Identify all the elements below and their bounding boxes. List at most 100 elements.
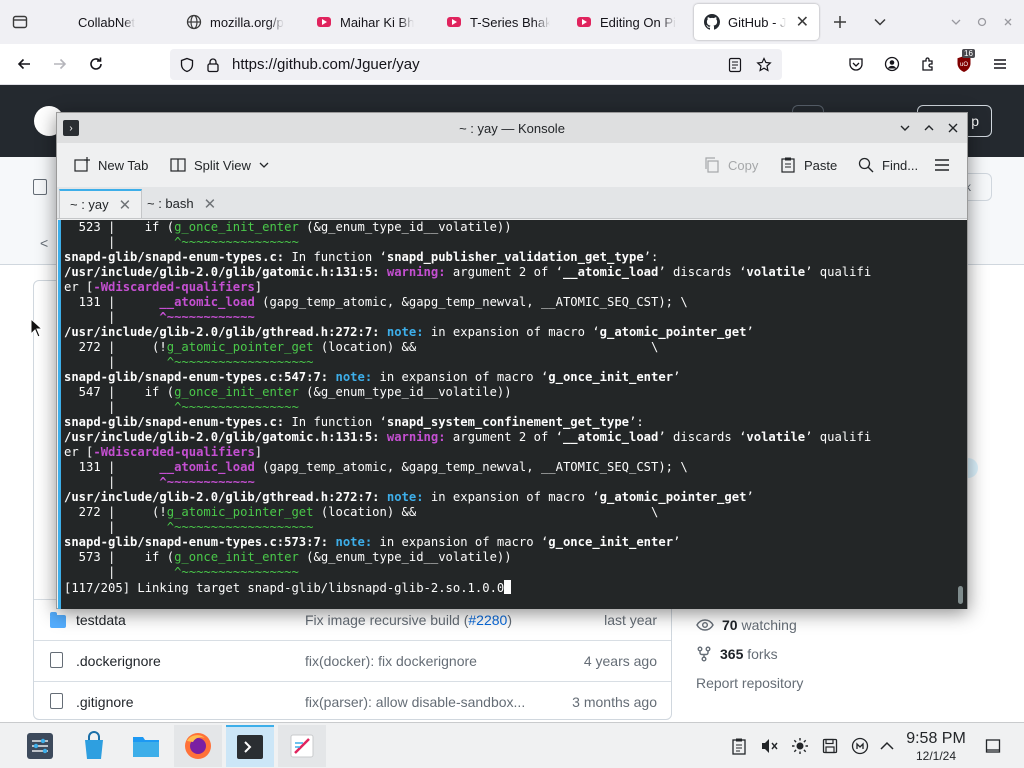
close-tab-icon[interactable]: ✕	[796, 12, 809, 32]
settings-icon[interactable]	[16, 725, 64, 767]
browser-tab[interactable]: Editing On Pi	[566, 4, 690, 40]
terminal-line: | ^~~~~~~~~~~~~~~~~~~~	[64, 520, 314, 534]
tab-yay[interactable]: ~ : yay ✕	[59, 189, 143, 218]
konsole-icon[interactable]	[226, 725, 274, 767]
terminal-output[interactable]: 523 | if (g_once_init_enter (&g_enum_typ…	[58, 220, 955, 609]
terminal-line: /usr/include/glib-2.0/glib/gthread.h:272…	[64, 325, 754, 339]
window-minimize-icon[interactable]	[895, 118, 915, 138]
storage-save-icon[interactable]	[820, 736, 840, 756]
bookmark-star-icon[interactable]	[755, 56, 773, 74]
new-tab-icon[interactable]	[828, 10, 852, 34]
commit-message[interactable]: fix(docker): fix dockerignore	[305, 653, 477, 669]
window-title: ~ : yay — Konsole	[459, 120, 565, 136]
firefox-icon[interactable]	[174, 725, 222, 767]
browser-tab-bar: CollabNet mozilla.org/p Maihar Ki Bh T-S…	[0, 0, 1024, 44]
brightness-icon[interactable]	[790, 736, 810, 756]
watching-stat[interactable]: 70 watching	[696, 617, 797, 633]
url-text[interactable]: https://github.com/Jguer/yay	[232, 56, 420, 73]
forward-arrow-icon[interactable]	[48, 52, 72, 76]
table-row[interactable]: .dockerignore fix(docker): fix dockerign…	[34, 640, 671, 681]
github-icon	[704, 14, 720, 30]
file-name[interactable]: .dockerignore	[76, 653, 161, 669]
browser-tab[interactable]: T-Series Bhak	[436, 4, 560, 40]
tab-title: Editing On Pi	[600, 14, 676, 30]
terminal-line: | ^~~~~~~~~~~~~~~~~	[64, 400, 299, 414]
find-button[interactable]: Find...	[857, 153, 918, 177]
tray-expand-chevron-icon[interactable]	[877, 736, 897, 756]
split-view-icon	[169, 156, 187, 174]
terminal-line: [117/205] Linking target snapd-glib/libs…	[64, 580, 512, 595]
terminal-line: 272 | (!g_atomic_pointer_get (location) …	[64, 340, 659, 354]
code-icon[interactable]: <	[40, 235, 48, 251]
extension-badge-count: 16	[962, 49, 975, 58]
forks-stat[interactable]: 365 forks	[696, 646, 778, 662]
pocket-icon[interactable]	[844, 52, 868, 76]
terminal-cursor	[504, 580, 512, 594]
url-bar[interactable]: https://github.com/Jguer/yay	[170, 49, 782, 80]
clipboard-icon[interactable]	[729, 736, 749, 756]
table-row[interactable]: .gitignore fix(parser): allow disable-sa…	[34, 681, 671, 719]
konsole-titlebar[interactable]: › ~ : yay — Konsole	[57, 113, 967, 143]
show-desktop-icon[interactable]	[983, 736, 1003, 756]
terminal-line: /usr/include/glib-2.0/glib/gatomic.h:131…	[64, 430, 872, 444]
clock-time[interactable]: 9:58 PM	[896, 730, 976, 748]
file-name[interactable]: testdata	[76, 612, 126, 628]
terminal-line: snapd-glib/snapd-enum-types.c:547:7: not…	[64, 370, 681, 384]
terminal-line: snapd-glib/snapd-enum-types.c: In functi…	[64, 415, 644, 429]
window-maximize-icon[interactable]	[919, 118, 939, 138]
mouse-pointer-icon	[30, 318, 42, 338]
terminal-line: er [-Wdiscarded-qualifiers]	[64, 445, 263, 459]
konsole-app-icon[interactable]: ›	[63, 120, 79, 136]
network-icon[interactable]	[850, 736, 870, 756]
folder-icon	[50, 612, 68, 630]
report-repository-link[interactable]: Report repository	[696, 675, 803, 691]
clock-date[interactable]: 12/1/24	[896, 749, 976, 763]
file-name[interactable]: .gitignore	[76, 694, 134, 710]
browser-tab-active[interactable]: GitHub - Jg ✕	[694, 4, 819, 40]
list-tabs-chevron-icon[interactable]	[868, 10, 892, 34]
paste-button[interactable]: Paste	[779, 153, 837, 177]
extensions-puzzle-icon[interactable]	[916, 52, 940, 76]
chevron-down-icon	[258, 159, 270, 171]
terminal-line: | ^~~~~~~~~~~~~~~~~	[64, 235, 299, 249]
youtube-icon	[576, 14, 592, 30]
lock-icon[interactable]	[204, 56, 222, 74]
split-view-button[interactable]: Split View	[169, 153, 270, 177]
terminal-scrollbar[interactable]	[955, 220, 967, 609]
reader-view-icon[interactable]	[726, 56, 744, 74]
dolphin-icon[interactable]	[122, 725, 170, 767]
window-maximize-icon[interactable]	[970, 10, 994, 34]
back-arrow-icon[interactable]	[12, 52, 36, 76]
copy-button[interactable]: Copy	[703, 153, 758, 177]
window-close-icon[interactable]	[943, 118, 963, 138]
new-tab-button[interactable]: New Tab	[73, 153, 148, 177]
terminal-line: /usr/include/glib-2.0/glib/gthread.h:272…	[64, 490, 754, 504]
tab-bash[interactable]: ~ : bash ✕	[137, 189, 226, 218]
browser-tab[interactable]: CollabNet	[44, 4, 168, 40]
volume-muted-icon[interactable]	[759, 736, 779, 756]
mozilla-icon	[186, 14, 202, 30]
sidebar-toggle-icon[interactable]	[8, 10, 32, 34]
terminal-line: | ^~~~~~~~~~~~~~~~~~~~	[64, 355, 314, 369]
browser-tab[interactable]: mozilla.org/p	[176, 4, 300, 40]
commit-message[interactable]: fix(parser): allow disable-sandbox...	[305, 694, 525, 710]
window-close-icon[interactable]	[996, 10, 1020, 34]
tracking-shield-icon[interactable]	[178, 56, 196, 74]
reload-icon[interactable]	[84, 52, 108, 76]
scrollbar-thumb[interactable]	[958, 586, 963, 604]
commit-message[interactable]: Fix image recursive build (#2280)	[305, 612, 512, 628]
close-tab-icon[interactable]: ✕	[119, 196, 132, 214]
copy-icon	[703, 156, 721, 174]
account-icon[interactable]	[880, 52, 904, 76]
browser-tab[interactable]: Maihar Ki Bh	[306, 4, 430, 40]
terminal-line: | ^~~~~~~~~~~~~	[64, 475, 255, 489]
close-tab-icon[interactable]: ✕	[204, 195, 217, 213]
terminal-line: 523 | if (g_once_init_enter (&g_enum_typ…	[64, 220, 512, 234]
kate-icon[interactable]	[278, 725, 326, 767]
discover-icon[interactable]	[70, 725, 118, 767]
terminal-line: 573 | if (g_once_init_enter (&g_enum_typ…	[64, 550, 512, 564]
hamburger-menu-icon[interactable]	[988, 52, 1012, 76]
window-minimize-icon[interactable]	[944, 10, 968, 34]
hamburger-menu-icon[interactable]	[933, 153, 951, 177]
new-tab-icon	[73, 156, 91, 174]
